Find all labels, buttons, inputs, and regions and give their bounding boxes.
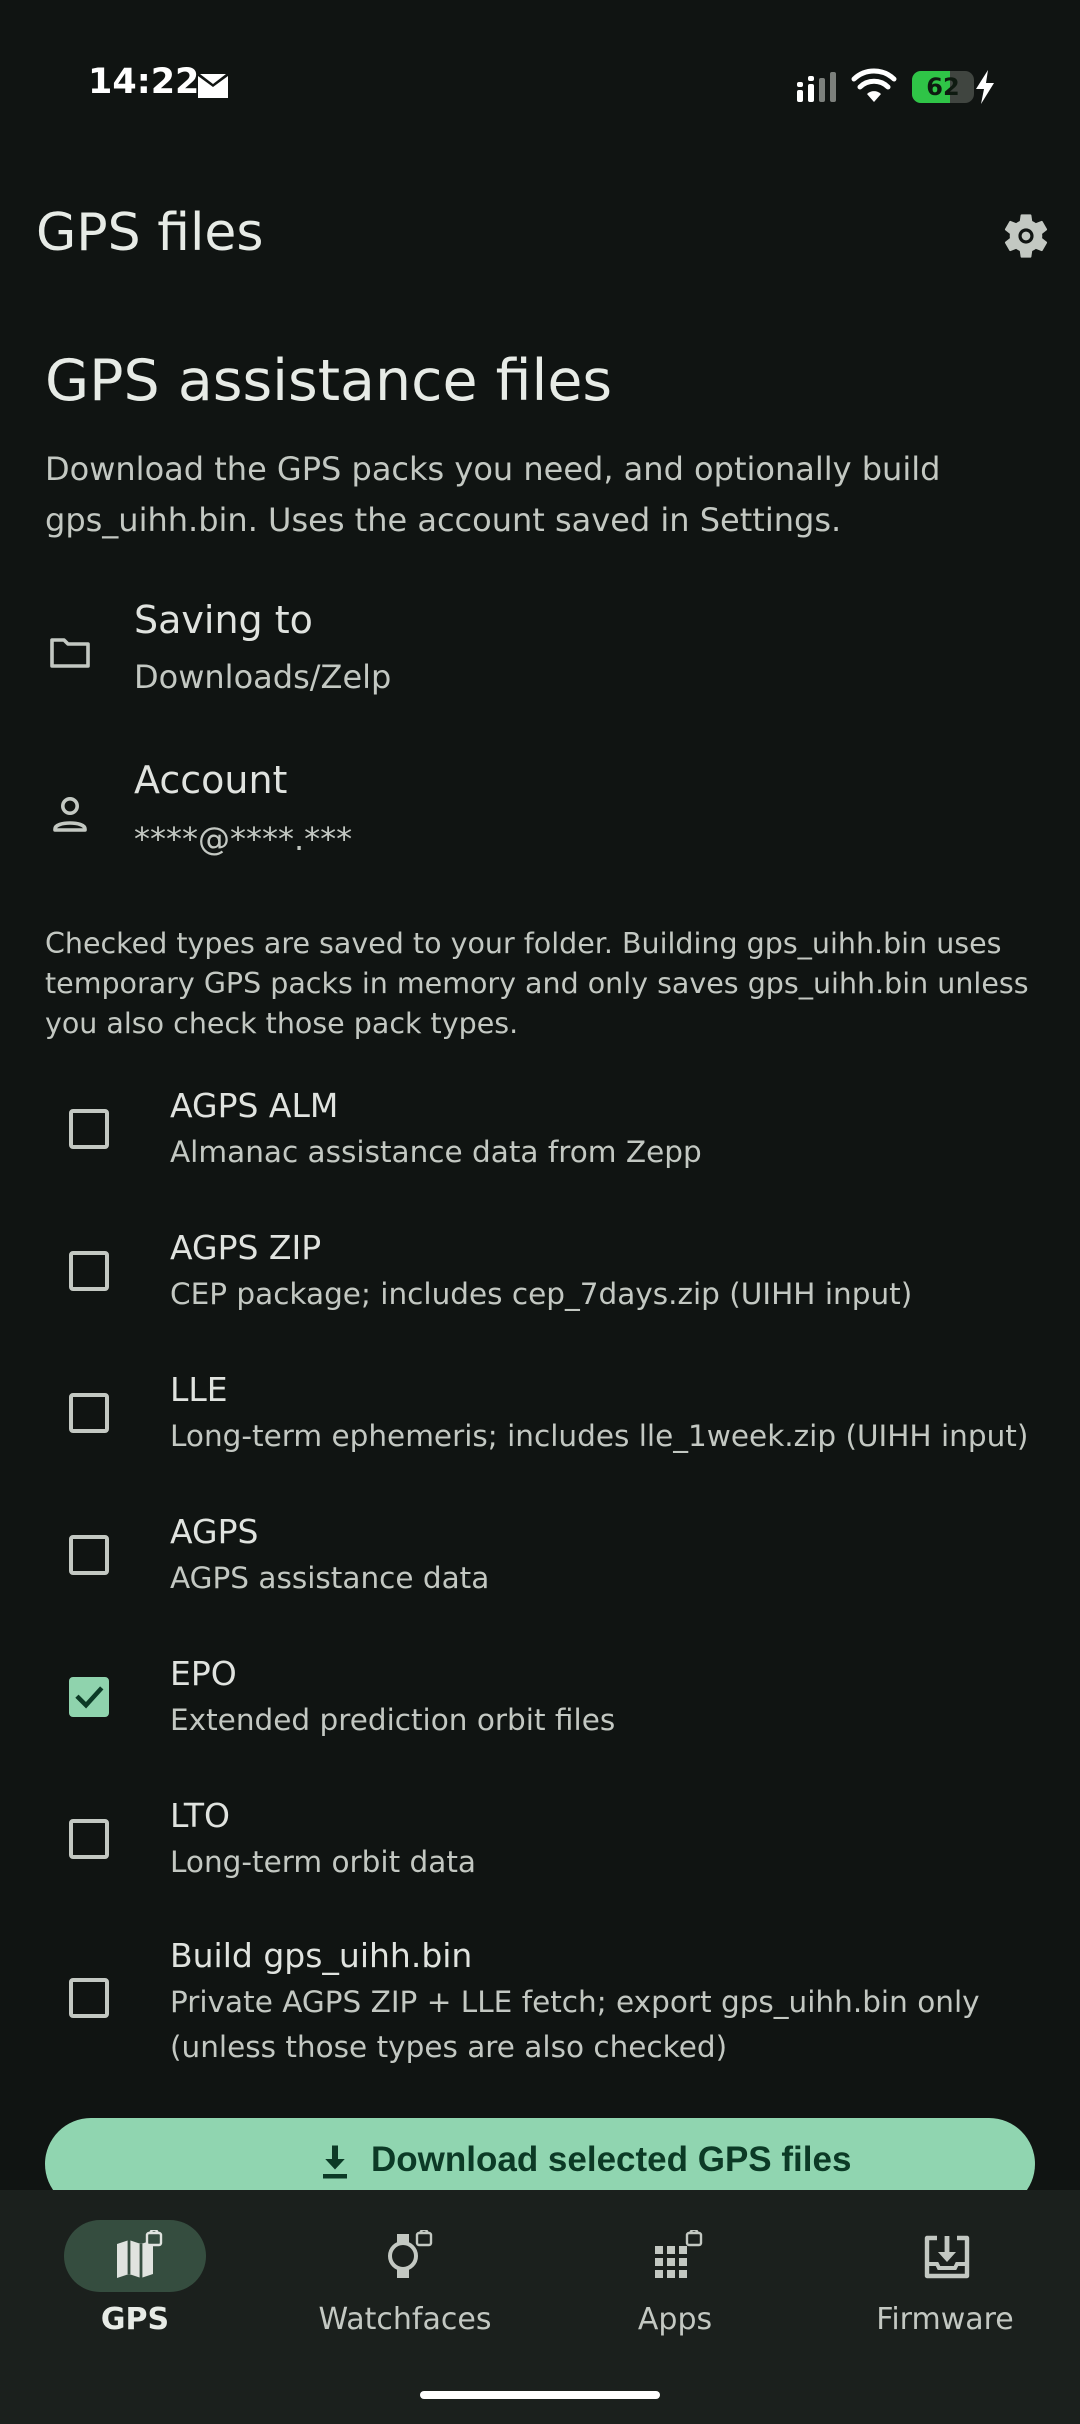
checkbox[interactable] (69, 1677, 109, 1717)
nav-label: GPS (100, 2302, 170, 2337)
check-icon (75, 1686, 104, 1709)
option-description: CEP package; includes cep_7days.zip (UIH… (170, 1277, 913, 1311)
option-title: AGPS ALM (170, 1086, 339, 1125)
apps-grid-lock-icon (655, 2230, 703, 2278)
battery-level: 62 (926, 73, 960, 101)
option-agps-zip[interactable]: AGPS ZIP CEP package; includes cep_7days… (0, 1228, 1080, 1370)
option-epo[interactable]: EPO Extended prediction orbit files (0, 1654, 1080, 1796)
home-indicator[interactable] (420, 2391, 660, 2399)
map-lock-icon (117, 2230, 163, 2278)
download-icon (323, 2145, 347, 2179)
option-title: AGPS ZIP (170, 1228, 322, 1267)
option-title: LTO (170, 1796, 230, 1835)
option-lle[interactable]: LLE Long-term ephemeris; includes lle_1w… (0, 1370, 1080, 1512)
option-description: Private AGPS ZIP + LLE fetch; export gps… (170, 1985, 980, 2064)
option-title: EPO (170, 1654, 237, 1693)
signal-icon (797, 72, 836, 102)
nav-item-apps[interactable]: Apps (540, 2190, 810, 2390)
person-icon (53, 797, 87, 832)
page-description: Download the GPS packs you need, and opt… (45, 450, 941, 539)
option-agps[interactable]: AGPS AGPS assistance data (0, 1512, 1080, 1654)
download-button-label: Download selected GPS files (371, 2140, 852, 2179)
mail-icon (198, 74, 228, 98)
option-description: Almanac assistance data from Zepp (170, 1135, 702, 1169)
nav-label: Apps (637, 2302, 713, 2337)
option-description: Long-term orbit data (170, 1845, 476, 1879)
saving-to-value: Downloads/Zelp (134, 658, 392, 696)
option-description: Extended prediction orbit files (170, 1703, 616, 1737)
page-heading: GPS assistance files (45, 348, 613, 414)
option-title: AGPS (170, 1512, 259, 1551)
wifi-icon (851, 68, 897, 102)
battery-indicator: 62 (912, 71, 974, 103)
firmware-download-icon (924, 2235, 970, 2279)
option-title: Build gps_uihh.bin (170, 1936, 473, 1975)
info-note: Checked types are saved to your folder. … (45, 927, 1029, 1040)
account-row[interactable]: Account ****@****.*** (0, 750, 1080, 880)
option-title: LLE (170, 1370, 228, 1409)
option-agps-alm[interactable]: AGPS ALM Almanac assistance data from Ze… (0, 1086, 1080, 1228)
nav-item-gps[interactable]: GPS (0, 2190, 270, 2390)
charging-bolt-icon (976, 70, 994, 104)
checkbox[interactable] (69, 1251, 109, 1291)
nav-item-watchfaces[interactable]: Watchfaces (270, 2190, 540, 2390)
watch-lock-icon (388, 2230, 433, 2278)
nav-label: Watchfaces (318, 2302, 492, 2337)
checkbox[interactable] (69, 1535, 109, 1575)
option-build-uihh[interactable]: Build gps_uihh.bin Private AGPS ZIP + LL… (0, 1936, 1080, 2106)
gear-icon[interactable] (1000, 210, 1052, 262)
status-bar: 14:22 62 (0, 0, 1080, 172)
status-time: 14:22 (88, 62, 200, 102)
account-label: Account (134, 758, 288, 802)
option-lto[interactable]: LTO Long-term orbit data (0, 1796, 1080, 1938)
app-bar-title: GPS files (36, 203, 264, 263)
option-description: Long-term ephemeris; includes lle_1week.… (170, 1419, 1029, 1453)
checkbox[interactable] (69, 1393, 109, 1433)
folder-icon (50, 638, 90, 668)
nav-item-firmware[interactable]: Firmware (810, 2190, 1080, 2390)
account-value: ****@****.*** (134, 820, 353, 858)
option-description: AGPS assistance data (170, 1561, 490, 1595)
nav-label: Firmware (876, 2302, 1014, 2337)
checkbox[interactable] (69, 1978, 109, 2018)
checkbox[interactable] (69, 1109, 109, 1149)
saving-to-label: Saving to (134, 598, 313, 642)
checkbox[interactable] (69, 1819, 109, 1859)
bottom-navigation: GPS Watchfaces Apps Firmware (0, 2190, 1080, 2424)
saving-to-row[interactable]: Saving to Downloads/Zelp (0, 590, 1080, 720)
